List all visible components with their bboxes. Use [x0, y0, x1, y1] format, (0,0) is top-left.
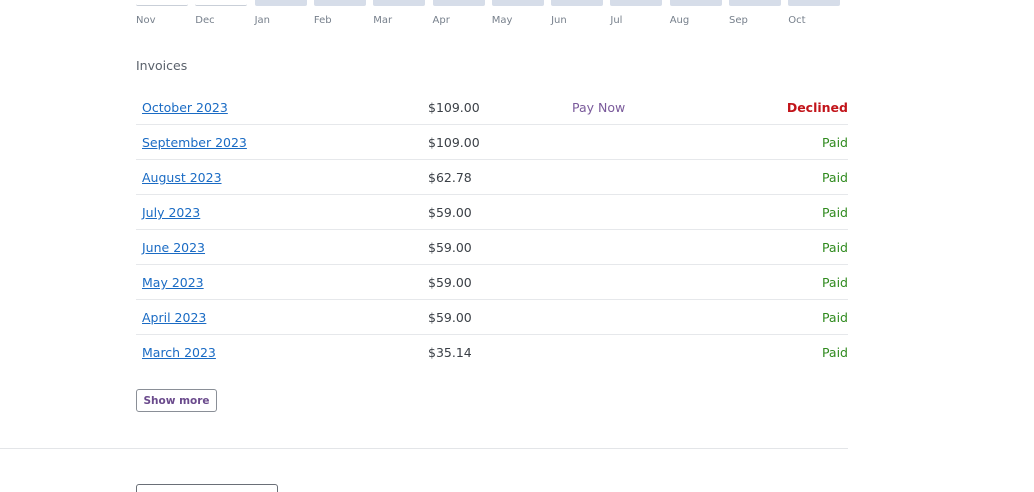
chart-month-label: Jan	[254, 15, 271, 26]
invoice-status: Paid	[821, 205, 848, 220]
partially-visible-button[interactable]	[136, 484, 278, 492]
chart-month-label: Aug	[669, 15, 690, 26]
invoices-heading: Invoices	[136, 58, 188, 73]
invoice-month-link[interactable]: September 2023	[142, 135, 247, 150]
invoice-status: Paid	[821, 170, 848, 185]
chart-bar	[788, 0, 841, 6]
chart-month-nov: Nov	[136, 0, 188, 26]
chart-month-jul: Jul	[610, 0, 663, 26]
chart-bar	[610, 0, 663, 6]
chart-month-label: Mar	[373, 15, 393, 26]
chart-month-sep: Sep	[729, 0, 781, 26]
invoice-amount: $59.00	[428, 275, 472, 290]
chart-month-label: Sep	[729, 15, 748, 26]
invoice-status: Paid	[821, 240, 848, 255]
invoice-row: August 2023 $62.78 Paid	[136, 160, 848, 195]
chart-month-label: May	[491, 15, 513, 26]
chart-month-jun: Jun	[551, 0, 604, 26]
chart-month-mar: Mar	[373, 0, 426, 26]
invoice-month-link[interactable]: May 2023	[142, 275, 204, 290]
chart-month-label: Oct	[788, 15, 806, 26]
chart-month-label: Jun	[551, 15, 567, 26]
invoice-list: October 2023 $109.00 Pay Now Declined Septem…	[136, 90, 848, 370]
chart-bar	[729, 0, 781, 6]
invoice-month-link[interactable]: July 2023	[142, 205, 200, 220]
monthly-usage-chart: Nov Dec Jan Feb Mar Apr May Jun Jul Aug Sep Oct	[136, 0, 848, 30]
invoice-row: May 2023 $59.00 Paid	[136, 265, 848, 300]
chart-bar	[669, 0, 722, 6]
invoice-amount: $35.14	[428, 345, 472, 360]
invoice-status: Declined	[786, 100, 848, 115]
chart-bar	[313, 0, 366, 6]
invoice-status: Paid	[821, 345, 848, 360]
chart-bar	[432, 0, 485, 6]
invoice-month-link[interactable]: October 2023	[142, 100, 228, 115]
pay-now-link[interactable]: Pay Now	[572, 100, 625, 115]
invoice-month-link[interactable]: March 2023	[142, 345, 216, 360]
invoice-row: March 2023 $35.14 Paid	[136, 335, 848, 370]
invoice-amount: $62.78	[428, 170, 472, 185]
chart-bar	[254, 0, 307, 6]
invoice-amount: $59.00	[428, 240, 472, 255]
chart-bar	[136, 0, 188, 6]
invoice-status: Paid	[821, 310, 848, 325]
chart-month-may: May	[491, 0, 544, 26]
chart-month-dec: Dec	[195, 0, 248, 26]
section-divider	[0, 448, 848, 449]
chart-month-oct: Oct	[788, 0, 841, 26]
invoice-month-link[interactable]: August 2023	[142, 170, 222, 185]
chart-month-label: Nov	[136, 15, 156, 26]
chart-month-apr: Apr	[432, 0, 485, 26]
invoice-status: Paid	[821, 275, 848, 290]
invoice-row: June 2023 $59.00 Paid	[136, 230, 848, 265]
invoice-amount: $109.00	[428, 135, 480, 150]
chart-month-aug: Aug	[669, 0, 722, 26]
chart-bar	[551, 0, 604, 6]
chart-month-label: Dec	[195, 15, 215, 26]
invoice-row: September 2023 $109.00 Paid	[136, 125, 848, 160]
chart-month-label: Apr	[432, 15, 450, 26]
chart-bar	[195, 0, 248, 6]
invoice-row: April 2023 $59.00 Paid	[136, 300, 848, 335]
invoice-amount: $59.00	[428, 310, 472, 325]
invoice-status: Paid	[821, 135, 848, 150]
chart-bar	[373, 0, 426, 6]
chart-month-jan: Jan	[254, 0, 307, 26]
invoice-row: July 2023 $59.00 Paid	[136, 195, 848, 230]
invoice-amount: $59.00	[428, 205, 472, 220]
invoice-month-link[interactable]: April 2023	[142, 310, 206, 325]
invoice-amount: $109.00	[428, 100, 480, 115]
invoice-month-link[interactable]: June 2023	[142, 240, 205, 255]
chart-bar	[491, 0, 544, 6]
chart-month-feb: Feb	[313, 0, 366, 26]
chart-month-label: Feb	[313, 15, 332, 26]
chart-month-label: Jul	[610, 15, 623, 26]
billing-page: Nov Dec Jan Feb Mar Apr May Jun Jul Aug Sep Oct Inv…	[0, 0, 1034, 492]
show-more-button[interactable]: Show more	[136, 389, 217, 412]
invoice-row: October 2023 $109.00 Pay Now Declined	[136, 90, 848, 125]
